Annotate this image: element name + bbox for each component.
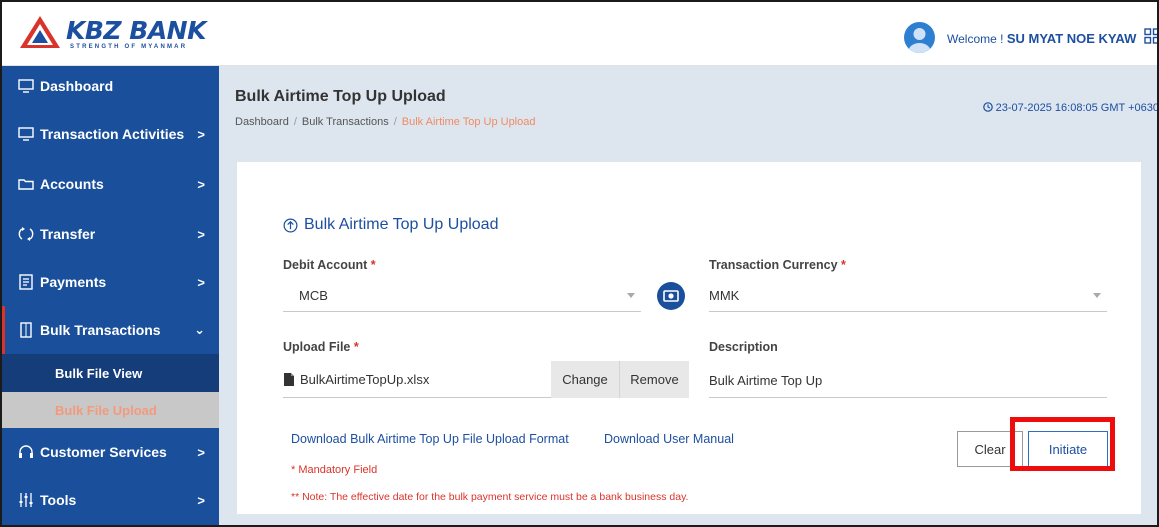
page-header: Bulk Airtime Top Up Upload Dashboard / Bul…: [219, 66, 1159, 146]
required-mark: *: [370, 258, 376, 272]
datetime: 23-07-2025 16:08:05 GMT +0630: [982, 102, 1159, 114]
datetime-text: 23-07-2025 16:08:05 GMT +0630: [995, 102, 1159, 114]
sidebar-item-label: Payments: [40, 274, 107, 290]
logo-tagline: STRENGTH OF MYANMAR: [70, 44, 188, 50]
folder-icon: [18, 179, 34, 190]
required-mark: *: [353, 340, 359, 354]
mandatory-field-note: * Mandatory Field: [291, 464, 378, 476]
sidebar: Dashboard Transaction Activities > Accou…: [2, 66, 219, 525]
breadcrumb: Dashboard / Bulk Transactions / Bulk Airtime…: [235, 116, 536, 128]
chevron-right-icon: >: [197, 492, 205, 508]
document-icon: [284, 373, 294, 386]
chevron-right-icon: >: [197, 226, 205, 242]
chevron-right-icon: >: [197, 126, 205, 142]
upload-file-label: Upload File *: [283, 340, 359, 354]
receipt-icon: [19, 274, 33, 290]
caret-down-icon: [627, 293, 635, 298]
initiate-button[interactable]: Initiate: [1028, 431, 1108, 467]
clear-button[interactable]: Clear: [957, 431, 1023, 467]
debit-account-select[interactable]: MCB: [283, 280, 641, 312]
sidebar-item-label: Customer Services: [40, 444, 167, 460]
welcome-prefix: Welcome !: [947, 32, 1004, 46]
sidebar-item-label: Transaction Activities: [40, 126, 185, 142]
chevron-right-icon: >: [197, 444, 205, 460]
currency-label: Transaction Currency *: [709, 258, 846, 272]
business-day-note: ** Note: The effective date for the bulk…: [291, 491, 689, 503]
sidebar-item-label: Bulk Transactions: [40, 322, 161, 338]
sidebar-subitem-bulk-file-upload[interactable]: Bulk File Upload: [2, 392, 219, 428]
transfer-icon: [18, 227, 34, 241]
file-icon: [20, 322, 32, 338]
change-file-button[interactable]: Change: [551, 361, 619, 398]
page-title: Bulk Airtime Top Up Upload: [235, 88, 446, 105]
required-mark: *: [841, 258, 846, 272]
sidebar-item-payments[interactable]: Payments >: [2, 260, 219, 304]
description-value: Bulk Airtime Top Up: [709, 373, 823, 388]
form-title-text: Bulk Airtime Top Up Upload: [304, 216, 499, 233]
debit-account-value: MCB: [299, 288, 328, 303]
app-window: KBZ BANK STRENGTH OF MYANMAR Welcome ! S…: [0, 0, 1159, 527]
money-icon[interactable]: [657, 282, 685, 310]
chevron-right-icon: >: [197, 274, 205, 290]
file-name: BulkAirtimeTopUp.xlsx: [300, 372, 430, 387]
sidebar-item-accounts[interactable]: Accounts >: [2, 162, 219, 206]
caret-down-icon: [1093, 293, 1101, 298]
description-input[interactable]: Bulk Airtime Top Up: [709, 364, 1107, 398]
kbz-logo[interactable]: KBZ BANK STRENGTH OF MYANMAR: [18, 14, 208, 54]
download-format-link[interactable]: Download Bulk Airtime Top Up File Upload…: [291, 432, 569, 446]
debit-account-label-text: Debit Account: [283, 258, 368, 272]
sidebar-item-tools[interactable]: Tools >: [2, 478, 219, 522]
main-content: Bulk Airtime Top Up Upload Debit Account…: [219, 146, 1157, 525]
sidebar-subitem-label: Bulk File Upload: [55, 402, 157, 418]
sidebar-item-label: Dashboard: [40, 78, 114, 94]
sidebar-subitem-bulk-file-view[interactable]: Bulk File View: [2, 354, 219, 392]
sidebar-item-customer-services[interactable]: Customer Services >: [2, 430, 219, 474]
logo-text: KBZ BANK: [66, 16, 206, 45]
file-name-field: BulkAirtimeTopUp.xlsx: [283, 362, 551, 398]
sidebar-item-transfer[interactable]: Transfer >: [2, 212, 219, 256]
top-header: KBZ BANK STRENGTH OF MYANMAR Welcome ! S…: [2, 2, 1159, 66]
debit-account-label: Debit Account *: [283, 258, 376, 272]
user-name[interactable]: SU MYAT NOE KYAW: [1007, 31, 1137, 46]
monitor-icon: [18, 127, 34, 141]
form-title: Bulk Airtime Top Up Upload: [283, 216, 498, 234]
sidebar-subitem-label: Bulk File View: [55, 365, 143, 381]
breadcrumb-bulk-transactions[interactable]: Bulk Transactions: [302, 116, 389, 128]
remove-file-button[interactable]: Remove: [619, 361, 689, 398]
sidebar-item-label: Tools: [40, 492, 77, 508]
currency-select[interactable]: MMK: [709, 280, 1107, 312]
sidebar-item-dashboard[interactable]: Dashboard: [2, 66, 219, 106]
chevron-right-icon: >: [197, 176, 205, 192]
description-label: Description: [709, 340, 778, 354]
headset-icon: [19, 445, 33, 458]
currency-value: MMK: [709, 288, 740, 303]
sidebar-item-transaction-activities[interactable]: Transaction Activities >: [2, 112, 219, 156]
upload-form-card: Bulk Airtime Top Up Upload Debit Account…: [237, 162, 1141, 514]
sliders-icon: [19, 493, 33, 507]
sidebar-item-label: Transfer: [40, 226, 96, 242]
welcome-text: Welcome ! SU MYAT NOE KYAW: [947, 31, 1136, 46]
clock-icon: [982, 102, 993, 112]
monitor-icon: [18, 79, 34, 93]
sidebar-item-label: Accounts: [40, 176, 104, 192]
download-manual-link[interactable]: Download User Manual: [604, 432, 734, 446]
kbz-logo-mark: [20, 16, 60, 48]
sidebar-item-bulk-transactions[interactable]: Bulk Transactions ⌄: [2, 306, 219, 354]
upload-file-label-text: Upload File: [283, 340, 351, 354]
currency-label-text: Transaction Currency: [709, 258, 838, 272]
chevron-down-icon: ⌄: [194, 322, 205, 337]
apps-grid-icon[interactable]: [1144, 28, 1159, 44]
user-avatar[interactable]: [904, 22, 935, 53]
breadcrumb-dashboard[interactable]: Dashboard: [235, 116, 289, 128]
breadcrumb-current: Bulk Airtime Top Up Upload: [401, 116, 536, 128]
upload-circle-icon: [283, 218, 298, 232]
